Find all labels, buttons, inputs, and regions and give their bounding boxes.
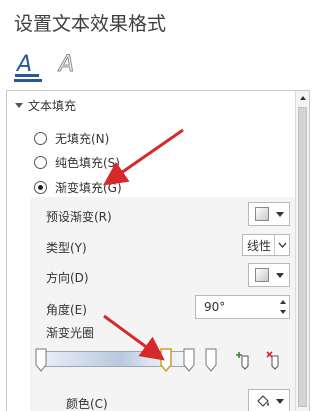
panel-content: 文本填充 无填充(N) 纯色填充(S) 渐变填充(G) 预设渐变(R) 类型(Y…: [7, 91, 296, 411]
format-panel: 文本填充 无填充(N) 纯色填充(S) 渐变填充(G) 预设渐变(R) 类型(Y…: [6, 90, 310, 411]
triangle-up-icon: [279, 300, 286, 304]
radio-solid-fill[interactable]: 纯色填充(S): [34, 153, 120, 171]
type-label: 类型(Y): [46, 241, 87, 255]
section-text-fill-header[interactable]: 文本填充: [15, 97, 76, 113]
text-fill-icon: A: [15, 52, 39, 77]
angle-value[interactable]: 90°: [204, 300, 225, 314]
chevron-down-icon: [276, 211, 284, 217]
svg-text:A: A: [15, 52, 32, 77]
spin-up-button[interactable]: [277, 297, 288, 307]
direction-swatch-icon: [255, 268, 269, 282]
direction-button[interactable]: [248, 263, 290, 287]
gradient-stops-slider[interactable]: [33, 345, 195, 375]
scrollbar-thumb[interactable]: [298, 107, 307, 407]
radio-button[interactable]: [34, 131, 47, 145]
add-gradient-stop-button[interactable]: [234, 349, 256, 371]
vertical-scrollbar[interactable]: [295, 91, 309, 411]
remove-gradient-stop-button[interactable]: [264, 349, 286, 371]
radio-label: 无填充(N): [55, 131, 110, 146]
chevron-down-icon: [278, 242, 286, 248]
angle-spinner[interactable]: 90°: [195, 295, 290, 319]
chevron-down-icon: [276, 272, 284, 278]
tab-strip: A A: [0, 44, 316, 84]
gradient-stop-selected[interactable]: [160, 348, 172, 372]
radio-gradient-fill[interactable]: 渐变填充(G): [34, 178, 122, 196]
radio-button[interactable]: [34, 155, 47, 169]
tab-text-effects[interactable]: A: [56, 48, 82, 78]
text-effects-icon: A: [57, 52, 75, 78]
tab-text-fill-outline[interactable]: A: [14, 48, 40, 78]
gradient-stops-label: 渐变光圈: [46, 326, 95, 340]
radio-label: 渐变填充(G): [55, 180, 122, 195]
active-tab-indicator: [14, 79, 42, 82]
gradient-stop[interactable]: [205, 348, 217, 372]
section-title: 文本填充: [28, 98, 77, 113]
gradient-stop[interactable]: [183, 348, 195, 372]
direction-label: 方向(D): [46, 271, 89, 285]
preset-gradient-label: 预设渐变(R): [46, 210, 112, 224]
color-button[interactable]: [248, 389, 290, 411]
pane-title: 设置文本效果格式: [14, 13, 167, 35]
triangle-down-icon: [279, 310, 286, 314]
triangle-up-icon: [300, 96, 306, 100]
preset-gradient-button[interactable]: [248, 202, 290, 226]
chevron-down-icon: [276, 398, 284, 404]
svg-text:A: A: [57, 52, 74, 77]
dropdown-arrow[interactable]: [274, 235, 289, 255]
type-value: 线性: [247, 238, 272, 253]
scroll-up-button[interactable]: [296, 91, 310, 105]
gradient-options: 预设渐变(R) 类型(Y) 线性 方向(D) 角度(E) 90° 渐变光圈 颜色…: [30, 197, 296, 411]
type-select[interactable]: 线性: [242, 234, 290, 256]
gradient-stop[interactable]: [35, 348, 47, 372]
gradient-swatch-icon: [255, 207, 269, 221]
color-label: 颜色(C): [66, 397, 108, 411]
radio-button-selected[interactable]: [34, 180, 47, 194]
add-stop-icon: [236, 352, 249, 370]
paint-bucket-icon: [257, 395, 269, 407]
remove-stop-icon: [266, 351, 279, 370]
spin-down-button[interactable]: [277, 307, 288, 317]
collapse-triangle-icon: [15, 102, 23, 108]
angle-label: 角度(E): [46, 303, 87, 317]
radio-label: 纯色填充(S): [55, 155, 120, 170]
radio-no-fill[interactable]: 无填充(N): [34, 129, 109, 147]
